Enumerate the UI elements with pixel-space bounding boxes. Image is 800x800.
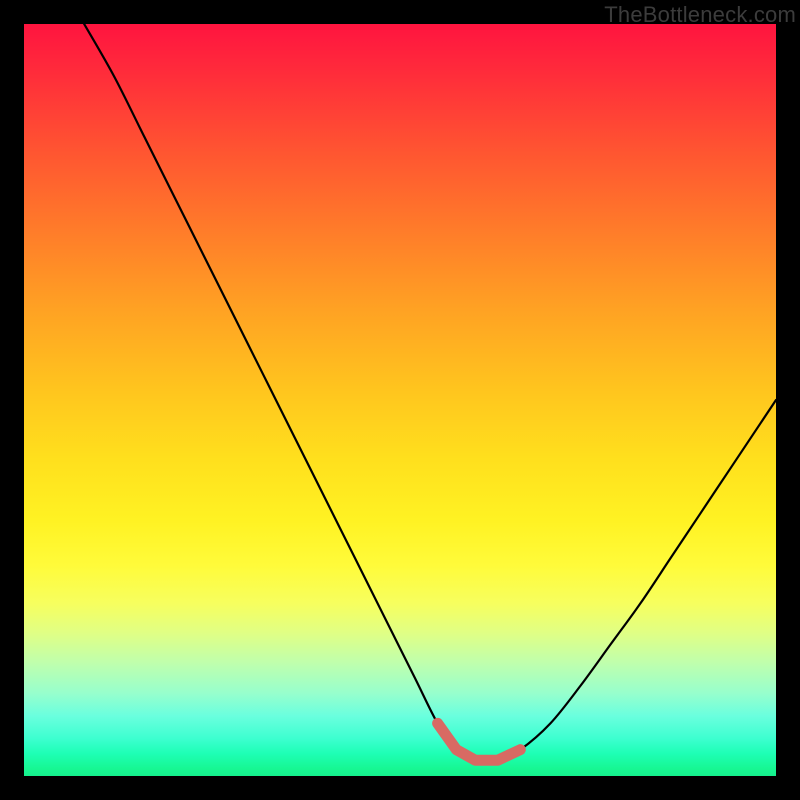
- chart-container: TheBottleneck.com: [0, 0, 800, 800]
- optimal-range-highlight: [24, 24, 776, 776]
- plot-area: [24, 24, 776, 776]
- watermark-text: TheBottleneck.com: [604, 2, 796, 28]
